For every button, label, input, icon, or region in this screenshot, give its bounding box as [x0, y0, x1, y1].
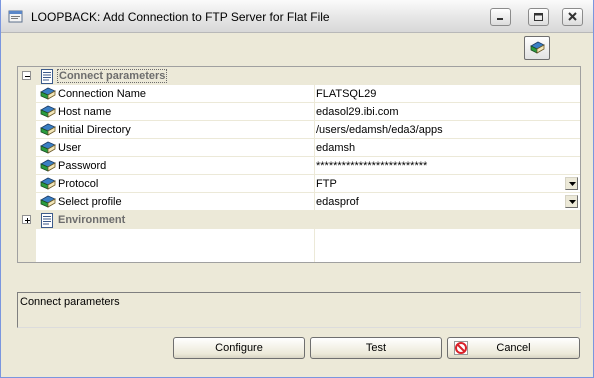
dropdown-button[interactable]: [565, 195, 578, 208]
close-icon: [568, 12, 577, 21]
configure-button-label: Configure: [215, 342, 263, 354]
cancel-button[interactable]: Cancel: [447, 337, 580, 359]
property-name: Select profile: [58, 196, 122, 208]
description-box: Connect parameters: [17, 292, 581, 328]
category-label: Environment: [58, 214, 126, 226]
category-row[interactable]: Connect parameters: [18, 67, 580, 85]
app-icon: [8, 10, 23, 23]
description-text: Connect parameters: [20, 296, 120, 308]
property-value[interactable]: /users/edamsh/eda3/apps: [316, 124, 443, 136]
maximize-button[interactable]: [528, 8, 549, 26]
dropdown-button[interactable]: [565, 177, 578, 190]
close-button[interactable]: [562, 8, 583, 26]
configure-button[interactable]: Configure: [173, 337, 305, 359]
property-row[interactable]: Select profile edasprof: [18, 193, 580, 211]
expand-icon[interactable]: [22, 215, 31, 224]
property-name: Password: [58, 160, 107, 172]
property-value[interactable]: edamsh: [316, 142, 355, 154]
category-row[interactable]: Environment: [18, 211, 580, 229]
title-bar[interactable]: LOOPBACK: Add Connection to FTP Server f…: [1, 0, 593, 33]
property-name: Protocol: [58, 178, 99, 190]
maximize-icon: [534, 13, 543, 21]
property-name: User: [58, 142, 82, 154]
collapse-icon[interactable]: [22, 71, 31, 80]
toolbar-book-button[interactable]: [524, 36, 550, 60]
property-row[interactable]: User edamsh: [18, 139, 580, 157]
property-value[interactable]: FTP: [316, 178, 337, 190]
window-title: LOOPBACK: Add Connection to FTP Server f…: [31, 10, 330, 24]
property-row[interactable]: Host name edasol29.ibi.com: [18, 103, 580, 121]
category-label: Connect parameters: [57, 69, 168, 83]
property-row[interactable]: Initial Directory/users/edamsh/eda3/apps: [18, 121, 580, 139]
dialog-window: LOOPBACK: Add Connection to FTP Server f…: [0, 0, 594, 378]
property-value[interactable]: **************************: [316, 160, 427, 172]
property-grid: Connect parameters Connection Name FLATSQL…: [17, 66, 581, 263]
chevron-down-icon: [569, 182, 576, 186]
cancel-button-label: Cancel: [496, 342, 531, 354]
property-row[interactable]: Protocol FTP: [18, 175, 580, 193]
property-name: Connection Name: [58, 88, 147, 100]
property-value[interactable]: FLATSQL29: [316, 88, 376, 100]
property-row[interactable]: Connection Name FLATSQL29: [18, 85, 580, 103]
minimize-button[interactable]: [490, 8, 511, 26]
property-value[interactable]: edasol29.ibi.com: [316, 106, 399, 118]
book-icon: [530, 41, 545, 54]
property-name: Initial Directory: [58, 124, 131, 136]
grid-empty-area: [18, 229, 580, 262]
chevron-down-icon: [569, 200, 576, 204]
property-row[interactable]: Password **************************: [18, 157, 580, 175]
minimize-icon: [497, 18, 503, 20]
test-button-label: Test: [365, 342, 387, 354]
test-button[interactable]: Test: [310, 337, 442, 359]
property-name: Host name: [58, 106, 112, 118]
property-value[interactable]: edasprof: [316, 196, 359, 208]
